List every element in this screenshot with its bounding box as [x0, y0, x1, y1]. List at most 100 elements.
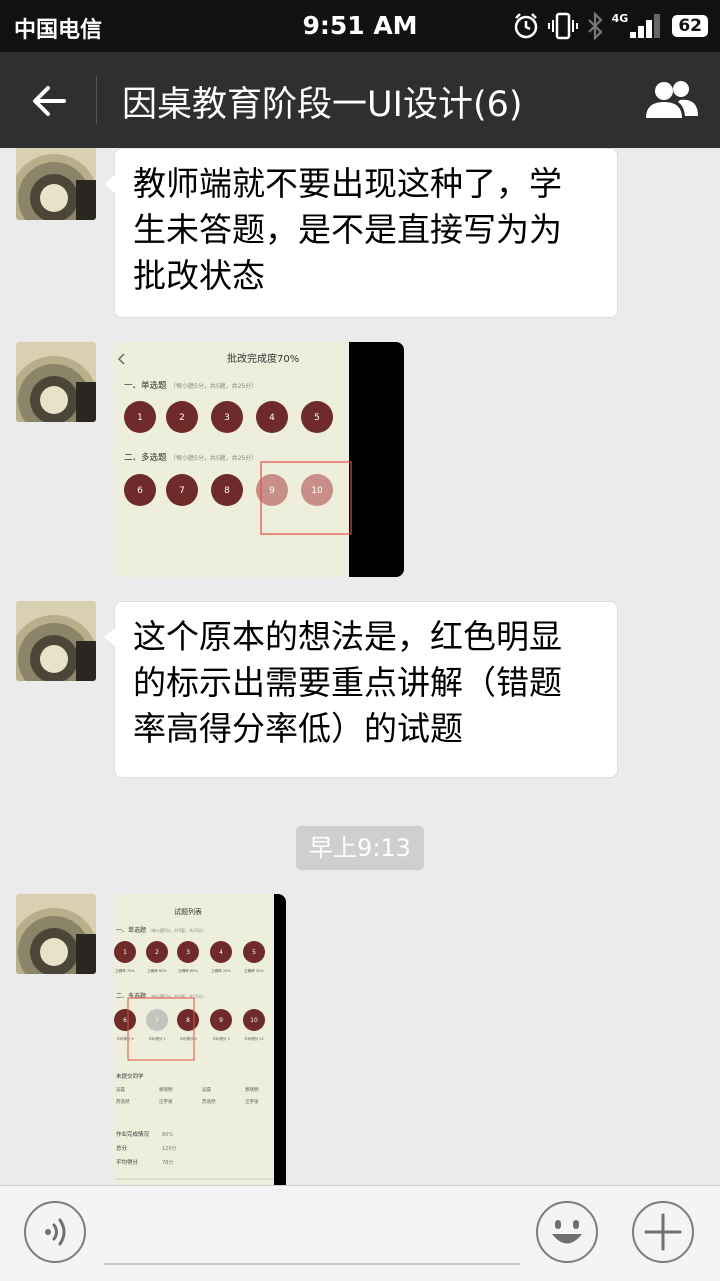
- image-message[interactable]: 试题列表 一、单选题 （每小题5分，共5题，共25分） 1 正确率 70% 2 正确…: [114, 894, 286, 1185]
- student-name: 吴磊: [116, 1087, 125, 1093]
- svg-text:1: 1: [137, 413, 143, 423]
- voice-button[interactable]: [24, 1201, 86, 1263]
- group-members-icon[interactable]: [644, 78, 700, 122]
- question-dot: 8 平均得分 4: [177, 1009, 199, 1041]
- voice-icon: [45, 1218, 66, 1246]
- question-dot: 7 平均得分 1: [146, 1009, 168, 1041]
- svg-text:1: 1: [123, 949, 127, 956]
- svg-text:正确率 30%: 正确率 30%: [244, 968, 264, 973]
- question-dot: 6 平均得分 4: [114, 1009, 136, 1041]
- svg-text:2: 2: [179, 413, 185, 423]
- student-name: 吴磊: [202, 1087, 211, 1093]
- chat-messages[interactable]: 教师端就不要出现这种了，学 生未答题，是不是直接写为为 批改状态 批改完成度70…: [0, 148, 720, 1185]
- signal-icon: [630, 14, 661, 38]
- svg-text:6: 6: [137, 486, 143, 496]
- section-note: （每小题5分，共5题，共25分）: [148, 927, 206, 933]
- chat-title: 因桌教育阶段一UI设计(6): [122, 85, 523, 125]
- image-message[interactable]: 批改完成度70% 一、单选题 （每小题5分，共5题，共25分） 1 2 3 4 …: [114, 342, 404, 577]
- alarm-icon: [514, 13, 537, 39]
- svg-text:5: 5: [252, 949, 256, 956]
- student-name: 汪宇泉: [159, 1098, 173, 1105]
- avatar[interactable]: [16, 148, 96, 220]
- svg-text:3: 3: [186, 949, 190, 956]
- vibrate-icon: [547, 12, 578, 40]
- svg-text:8: 8: [224, 486, 230, 496]
- svg-text:10: 10: [250, 1017, 258, 1024]
- svg-text:正确率 60%: 正确率 60%: [147, 968, 167, 973]
- chat-header: 因桌教育阶段一UI设计(6): [0, 52, 720, 148]
- question-dot: 4: [256, 401, 288, 433]
- avatar[interactable]: [16, 894, 96, 974]
- student-name: 郭晓明: [159, 1086, 173, 1093]
- svg-text:4: 4: [269, 413, 275, 423]
- question-dot: 10 平均得分 12: [243, 1009, 265, 1041]
- unsubmitted-label: 未提交同学: [116, 1072, 144, 1080]
- svg-text:正确率 70%: 正确率 70%: [115, 968, 135, 973]
- input-bar: [0, 1185, 720, 1281]
- question-dot: 9 平均得分 3: [210, 1009, 232, 1041]
- message-bubble[interactable]: 教师端就不要出现这种了，学 生未答题，是不是直接写为为 批改状态: [104, 148, 618, 318]
- svg-text:2: 2: [155, 949, 159, 956]
- message-bubble[interactable]: 这个原本的想法是，红色明显 的标示出需要重点讲解（错题 率高得分率低）的试题: [104, 601, 618, 778]
- question-dot: 1: [124, 401, 156, 433]
- question-dot: 4 正确率 20%: [210, 941, 232, 973]
- network-label: 4G: [611, 11, 629, 25]
- bluetooth-icon: [587, 12, 603, 40]
- message-line: 批改状态: [133, 256, 265, 295]
- message-input[interactable]: [104, 1263, 520, 1265]
- svg-text:9: 9: [219, 1017, 223, 1024]
- section-title: 一、单选题: [116, 926, 146, 934]
- svg-text:4: 4: [219, 949, 223, 956]
- section-note: （每小题5分，共5题，共25分）: [170, 454, 257, 462]
- svg-text:正确率 20%: 正确率 20%: [211, 968, 231, 973]
- question-dot: 6: [124, 474, 156, 506]
- section-note: （每小题5分，共5题，共25分）: [170, 382, 257, 390]
- screenshot-title: 批改完成度70%: [227, 352, 299, 365]
- svg-text:平均得分 12: 平均得分 12: [244, 1036, 264, 1041]
- section-title: 二、多选题: [124, 452, 167, 463]
- question-dot: 3: [211, 401, 243, 433]
- svg-text:6: 6: [123, 1017, 127, 1024]
- svg-text:平均得分 4: 平均得分 4: [179, 1036, 197, 1041]
- emoji-button[interactable]: [536, 1201, 598, 1263]
- question-dot: 10: [301, 474, 333, 506]
- section-title: 二、多选题: [116, 992, 146, 1000]
- stat-value: 80%: [162, 1132, 173, 1138]
- svg-text:8: 8: [186, 1017, 190, 1024]
- question-dot: 3 正确率 80%: [177, 941, 199, 973]
- screenshot-title: 试题列表: [174, 907, 202, 916]
- svg-text:10: 10: [311, 486, 323, 496]
- svg-text:5: 5: [314, 413, 320, 423]
- stat-value: 78分: [162, 1159, 173, 1166]
- student-name: 汪宇泉: [245, 1098, 259, 1105]
- question-dot: 1 正确率 70%: [114, 941, 136, 973]
- svg-text:平均得分 3: 平均得分 3: [212, 1036, 229, 1041]
- question-dot: 5: [301, 401, 333, 433]
- avatar[interactable]: [16, 601, 96, 681]
- message-line: 的标示出需要重点讲解（错题: [133, 663, 562, 702]
- question-dot: 2: [166, 401, 198, 433]
- svg-text:正确率 80%: 正确率 80%: [178, 968, 198, 973]
- message-line: 这个原本的想法是，红色明显: [133, 617, 562, 656]
- question-dot: 7: [166, 474, 198, 506]
- svg-text:7: 7: [155, 1017, 159, 1024]
- more-button[interactable]: [632, 1201, 694, 1263]
- timestamp: 早上9:13: [296, 826, 424, 870]
- status-bar: 中国电信 9:51 AM 4G 62: [0, 0, 720, 52]
- question-dot: 2 正确率 60%: [146, 941, 168, 973]
- stat-value: 120分: [162, 1145, 177, 1152]
- section-title: 一、单选题: [124, 380, 167, 391]
- message-line: 生未答题，是不是直接写为为: [133, 210, 562, 249]
- stat-label: 总分: [116, 1144, 128, 1152]
- smiley-icon: [552, 1220, 582, 1244]
- avatar[interactable]: [16, 342, 96, 422]
- back-arrow-icon[interactable]: [28, 80, 70, 122]
- svg-text:平均得分 1: 平均得分 1: [148, 1036, 165, 1041]
- question-dot: 5 正确率 30%: [243, 941, 265, 973]
- message-line: 教师端就不要出现这种了，学: [133, 164, 562, 203]
- battery-indicator: 62: [672, 15, 708, 37]
- message-line: 率高得分率低）的试题: [133, 709, 463, 748]
- svg-text:3: 3: [224, 413, 230, 423]
- svg-text:7: 7: [179, 486, 185, 496]
- svg-text:平均得分 4: 平均得分 4: [116, 1036, 134, 1041]
